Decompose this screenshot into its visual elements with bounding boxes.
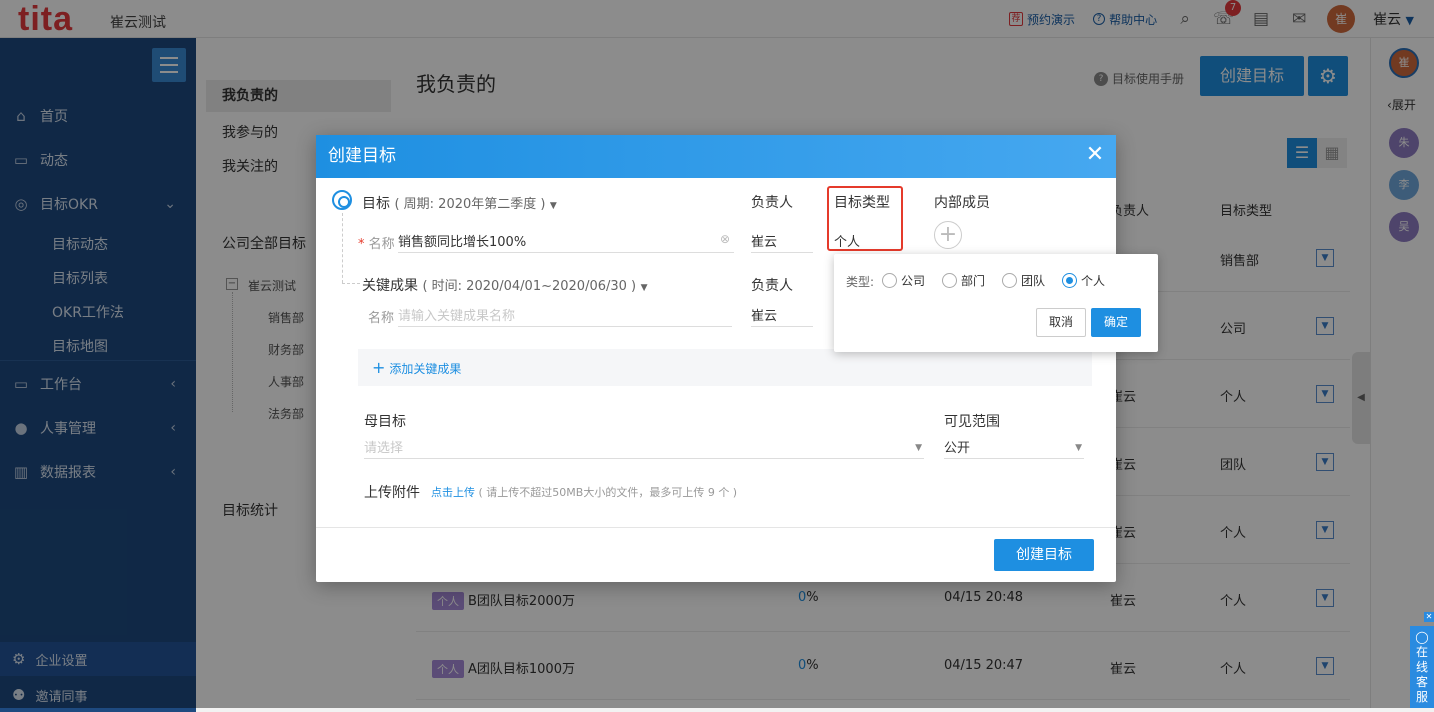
caret-down-icon: ▼: [549, 201, 557, 211]
parent-goal-placeholder: 请选择: [364, 441, 404, 456]
goal-name-value: 销售额同比增长100%: [398, 235, 527, 250]
add-member-icon[interactable]: +: [934, 221, 962, 249]
kr-name-placeholder: 请输入关键成果名称: [398, 309, 516, 324]
upload-hint: ( 请上传不超过50MB大小的文件，最多可上传 9 个 ): [478, 486, 738, 499]
kr-owner-value: 崔云: [751, 309, 778, 324]
online-service-button[interactable]: ◯ 在 线 客 服: [1410, 626, 1434, 708]
cancel-button[interactable]: 取消: [1036, 308, 1086, 337]
submit-create-goal-button[interactable]: 创建目标: [994, 539, 1094, 571]
objective-label: 目标: [362, 196, 390, 212]
parent-goal-label: 母目标: [364, 414, 406, 430]
goal-type-popover: 类型: 公司 部门 团队 个人 取消 确定: [834, 254, 1158, 352]
name-label-text: 名称: [368, 237, 395, 252]
radio-company[interactable]: 公司: [882, 272, 925, 289]
chat-label-char: 线: [1415, 660, 1428, 674]
radio-personal[interactable]: 个人: [1062, 272, 1105, 289]
tree-connector: [342, 283, 360, 284]
kr-owner-field[interactable]: 崔云: [751, 305, 813, 327]
add-kr-label: 添加关键成果: [389, 362, 462, 376]
chat-icon: ◯: [1415, 630, 1429, 644]
kr-label: 关键成果: [362, 278, 418, 294]
owner-value: 崔云: [751, 235, 778, 250]
visibility-value: 公开: [944, 441, 971, 456]
chat-label-char: 客: [1415, 675, 1428, 689]
kr-header[interactable]: 关键成果 ( 时间: 2020/04/01~2020/06/30 ) ▼: [362, 275, 648, 295]
radio-label: 团队: [1021, 274, 1046, 288]
type-label: 类型:: [846, 275, 875, 289]
close-icon[interactable]: ✕: [1084, 144, 1106, 166]
target-icon: [332, 190, 352, 210]
chat-label-char: 在: [1415, 645, 1428, 659]
modal-title: 创建目标: [328, 146, 396, 166]
radio-icon: [1002, 273, 1017, 288]
confirm-button[interactable]: 确定: [1091, 308, 1141, 337]
modal-footer-divider: [316, 527, 1116, 528]
kr-name-label: 名称: [368, 311, 395, 326]
plus-icon: +: [372, 358, 386, 377]
goal-name-input[interactable]: 销售额同比增长100% ⊗: [398, 231, 734, 253]
members-label: 内部成员: [934, 195, 990, 211]
caret-down-icon: ▼: [640, 283, 648, 293]
parent-goal-select[interactable]: 请选择 ▼: [364, 437, 924, 459]
kr-owner-label: 负责人: [751, 278, 793, 294]
visibility-label: 可见范围: [944, 414, 1000, 430]
radio-label: 公司: [901, 274, 926, 288]
name-label: * 名称: [358, 237, 395, 252]
add-key-result-button[interactable]: + 添加关键成果: [358, 349, 1092, 386]
radio-icon: [882, 273, 897, 288]
owner-label: 负责人: [751, 195, 793, 211]
owner-field[interactable]: 崔云: [751, 231, 813, 253]
kr-period: ( 时间: 2020/04/01~2020/06/30 ): [422, 279, 637, 294]
upload-link[interactable]: 点击上传: [431, 486, 475, 499]
objective-header[interactable]: 目标 ( 周期: 2020年第二季度 ) ▼: [362, 193, 557, 213]
visibility-select[interactable]: 公开 ▼: [944, 437, 1084, 459]
caret-down-icon: ▼: [915, 443, 922, 453]
radio-label: 部门: [961, 274, 986, 288]
chat-label-char: 服: [1415, 690, 1428, 704]
radio-selected-icon: [1062, 273, 1077, 288]
highlight-box: [827, 186, 903, 251]
kr-name-input[interactable]: 请输入关键成果名称: [398, 305, 732, 327]
tree-connector: [342, 213, 343, 283]
upload-row: 点击上传 ( 请上传不超过50MB大小的文件，最多可上传 9 个 ): [431, 484, 737, 500]
upload-label: 上传附件: [364, 485, 420, 501]
radio-team[interactable]: 团队: [1002, 272, 1045, 289]
objective-period: ( 周期: 2020年第二季度 ): [394, 197, 546, 212]
radio-department[interactable]: 部门: [942, 272, 985, 289]
radio-label: 个人: [1081, 274, 1106, 288]
clear-icon[interactable]: ⊗: [720, 232, 730, 246]
caret-down-icon: ▼: [1075, 443, 1082, 453]
radio-icon: [942, 273, 957, 288]
modal-header: 创建目标: [316, 135, 1116, 178]
chat-close-icon[interactable]: ✕: [1424, 612, 1434, 622]
create-goal-modal: 创建目标 ✕ 目标 ( 周期: 2020年第二季度 ) ▼ 负责人 目标类型 内…: [316, 135, 1116, 582]
